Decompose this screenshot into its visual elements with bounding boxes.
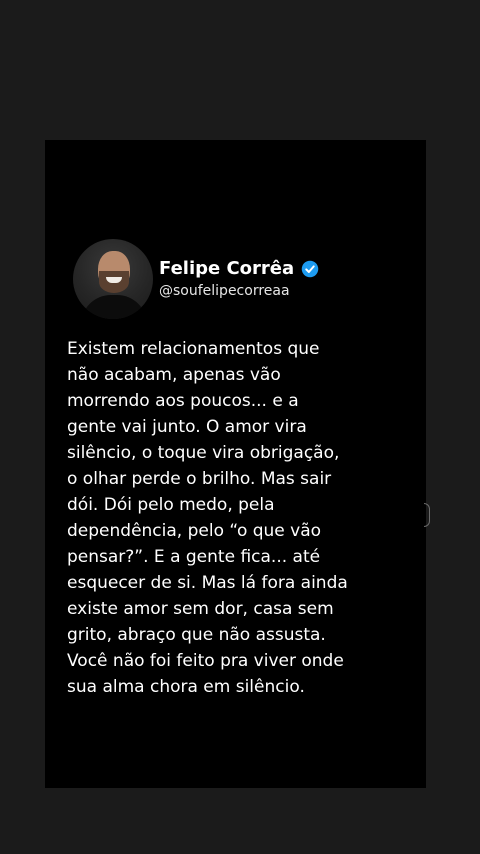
post-card: Felipe Corrêa @soufelipecorreaa Existem … [45,140,426,788]
post-text: Existem relacionamentos que não acabam, … [67,339,348,697]
author-name[interactable]: Felipe Corrêa [159,258,294,280]
story-viewer: Felipe Corrêa @soufelipecorreaa Existem … [0,0,480,854]
author-name-row: Felipe Corrêa [159,258,319,280]
author-identity: Felipe Corrêa @soufelipecorreaa [159,258,319,301]
side-handle[interactable] [424,503,430,527]
avatar[interactable] [73,239,153,319]
author-handle[interactable]: @soufelipecorreaa [159,281,319,301]
verified-badge-icon [301,260,319,278]
post-header: Felipe Corrêa @soufelipecorreaa [73,239,319,319]
